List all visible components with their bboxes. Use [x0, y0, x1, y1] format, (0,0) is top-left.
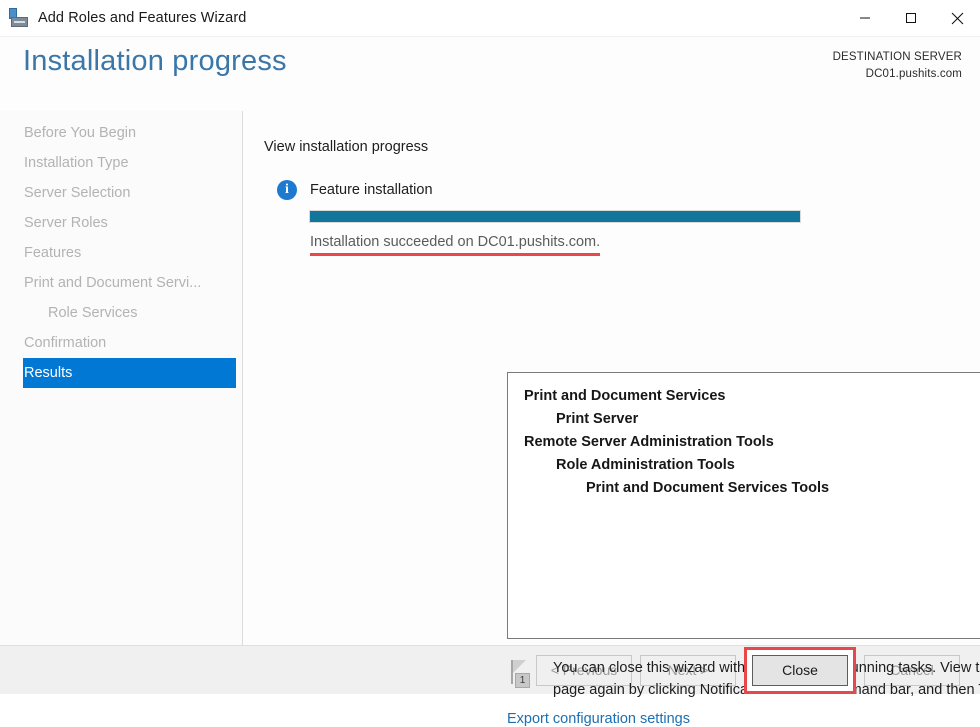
window-controls: [842, 0, 980, 36]
sidebar-item-before-you-begin[interactable]: Before You Begin: [0, 118, 242, 148]
status-annotation-underline: [310, 253, 601, 256]
installed-components-list[interactable]: Print and Document Services Print Server…: [507, 372, 980, 639]
wizard-body: Before You Begin Installation Type Serve…: [0, 111, 980, 727]
add-roles-features-wizard-window: Add Roles and Features Wizard Installati…: [0, 0, 980, 727]
sidebar-item-print-and-document-services[interactable]: Print and Document Servi...: [0, 268, 242, 298]
progress-bar-fill: [310, 211, 800, 222]
list-item: Print Server: [556, 411, 639, 427]
list-item: Remote Server Administration Tools: [524, 434, 774, 450]
sidebar-item-installation-type[interactable]: Installation Type: [0, 148, 242, 178]
feature-installation-label: Feature installation: [310, 182, 433, 198]
feature-installation-row: i Feature installation: [277, 180, 953, 200]
wizard-content: View installation progress i Feature ins…: [243, 111, 980, 727]
installation-status: Installation succeeded on DC01.pushits.c…: [310, 234, 601, 256]
page-title: Installation progress: [23, 45, 287, 77]
sidebar-item-results[interactable]: Results: [23, 358, 236, 388]
sidebar-item-features[interactable]: Features: [0, 238, 242, 268]
close-icon[interactable]: [934, 0, 980, 36]
page-header: Installation progress DESTINATION SERVER…: [0, 37, 980, 111]
sidebar-item-server-roles[interactable]: Server Roles: [0, 208, 242, 238]
destination-server-block: DESTINATION SERVER DC01.pushits.com: [833, 49, 962, 82]
installation-progress-bar: [309, 210, 801, 223]
list-item: Print and Document Services Tools: [586, 480, 830, 496]
minimize-icon[interactable]: [842, 0, 888, 36]
notification-badge-count: 1: [515, 673, 530, 688]
sidebar-item-role-services[interactable]: Role Services: [0, 298, 242, 328]
close-button[interactable]: Close: [752, 654, 848, 686]
section-title: View installation progress: [264, 139, 429, 155]
sidebar-item-confirmation[interactable]: Confirmation: [0, 328, 242, 358]
notification-flag-icon: 1: [507, 659, 535, 689]
installation-status-text: Installation succeeded on DC01.pushits.c…: [310, 234, 601, 250]
destination-server-label: DESTINATION SERVER: [832, 51, 962, 63]
window-titlebar: Add Roles and Features Wizard: [0, 0, 980, 37]
wizard-sidebar: Before You Begin Installation Type Serve…: [0, 111, 243, 645]
window-title: Add Roles and Features Wizard: [38, 10, 247, 26]
maximize-icon[interactable]: [888, 0, 934, 36]
destination-server-name: DC01.pushits.com: [865, 67, 962, 80]
wizard-footer: < Previous Next > Close Cancel: [0, 645, 980, 694]
sidebar-item-server-selection[interactable]: Server Selection: [0, 178, 242, 208]
server-roles-icon: [8, 7, 30, 29]
list-item: Role Administration Tools: [556, 457, 735, 473]
export-configuration-settings-link[interactable]: Export configuration settings: [507, 711, 690, 727]
close-button-annotation: Close: [744, 646, 856, 694]
list-item: Print and Document Services: [524, 388, 726, 404]
info-icon: i: [277, 180, 297, 200]
